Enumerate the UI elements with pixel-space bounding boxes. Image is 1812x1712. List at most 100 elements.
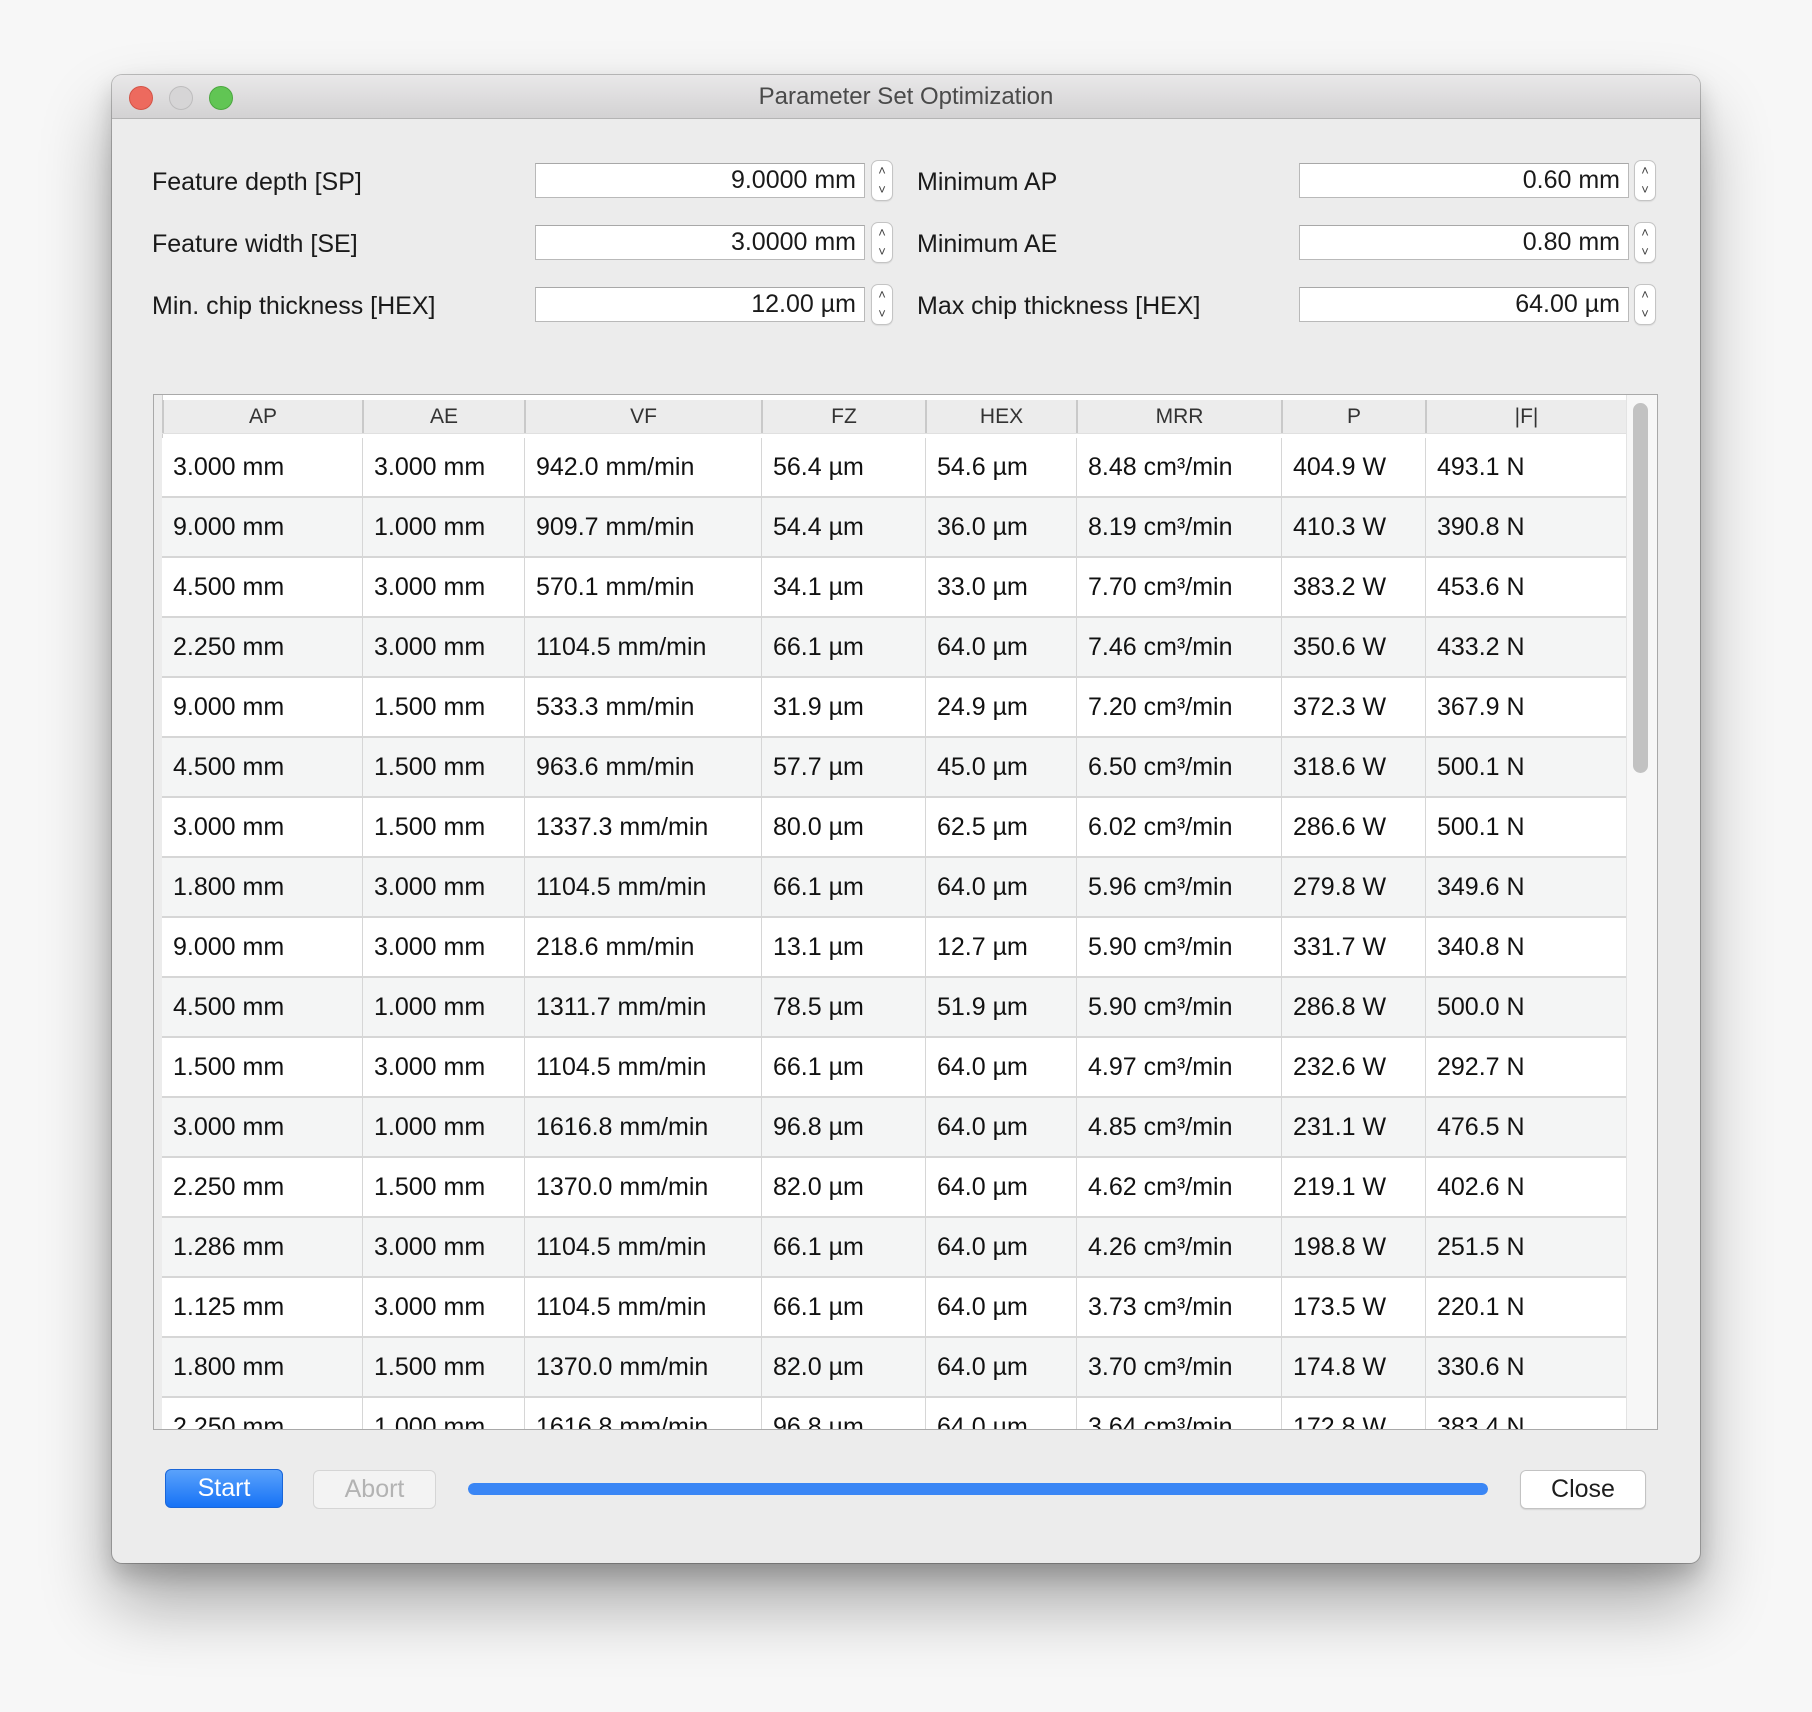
chevron-up-icon[interactable]: ˄ — [1635, 223, 1655, 242]
chevron-up-icon[interactable]: ˄ — [1635, 285, 1655, 304]
cell-ae: 1.000 mm — [362, 498, 524, 556]
max-chip-thickness-stepper[interactable]: ˄ ˅ — [1634, 284, 1656, 325]
minimum-ae-stepper[interactable]: ˄ ˅ — [1634, 222, 1656, 263]
chevron-down-icon[interactable]: ˅ — [872, 180, 892, 199]
cell-force: 330.6 N — [1425, 1338, 1628, 1396]
cell-force: 251.5 N — [1425, 1218, 1628, 1276]
chevron-down-icon[interactable]: ˅ — [872, 304, 892, 323]
table-row[interactable]: 9.000 mm 1.000 mm 909.7 mm/min 54.4 µm 36.0 … — [162, 498, 1628, 558]
cell-vf: 909.7 mm/min — [524, 498, 761, 556]
column-header-p[interactable]: P — [1281, 400, 1425, 433]
feature-depth-field[interactable]: 9.0000 mm — [535, 163, 865, 198]
chevron-down-icon[interactable]: ˅ — [1635, 180, 1655, 199]
cell-hex: 54.6 µm — [925, 438, 1076, 496]
table-row[interactable]: 4.500 mm 3.000 mm 570.1 mm/min 34.1 µm 33.0 … — [162, 558, 1628, 618]
chevron-down-icon[interactable]: ˅ — [872, 242, 892, 261]
chevron-up-icon[interactable]: ˄ — [872, 285, 892, 304]
cell-ap: 9.000 mm — [173, 513, 285, 541]
cell-hex: 64.0 µm — [925, 858, 1076, 916]
table-row[interactable]: 9.000 mm 1.500 mm 533.3 mm/min 31.9 µm 24.9 … — [162, 678, 1628, 738]
cell-vf: 1616.8 mm/min — [524, 1098, 761, 1156]
table-row[interactable]: 1.286 mm 3.000 mm 1104.5 mm/min 66.1 µm 64.0… — [162, 1218, 1628, 1278]
table-row[interactable]: 4.500 mm 1.500 mm 963.6 mm/min 57.7 µm 45.0 … — [162, 738, 1628, 798]
table-row[interactable]: 1.800 mm 3.000 mm 1104.5 mm/min 66.1 µm 64.0… — [162, 858, 1628, 918]
cell-force: 367.9 N — [1425, 678, 1628, 736]
cell-ae: 3.000 mm — [362, 618, 524, 676]
min-chip-thickness-label: Min. chip thickness [HEX] — [152, 292, 436, 320]
cell-mrr: 7.20 cm³/min — [1076, 678, 1281, 736]
cell-p: 219.1 W — [1281, 1158, 1425, 1216]
chevron-down-icon[interactable]: ˅ — [1635, 304, 1655, 323]
column-header-ap[interactable]: AP — [162, 400, 362, 433]
close-button[interactable]: Close — [1520, 1470, 1646, 1509]
chevron-up-icon[interactable]: ˄ — [872, 161, 892, 180]
table-row[interactable]: 2.250 mm 3.000 mm 1104.5 mm/min 66.1 µm 64.0… — [162, 618, 1628, 678]
max-chip-thickness-field[interactable]: 64.00 µm — [1299, 287, 1629, 322]
column-header-hex[interactable]: HEX — [925, 400, 1076, 433]
cell-ap: 2.250 mm — [173, 633, 285, 661]
cell-mrr: 5.90 cm³/min — [1076, 978, 1281, 1036]
cell-ap: 9.000 mm — [173, 933, 285, 961]
minimum-ap-stepper[interactable]: ˄ ˅ — [1634, 160, 1656, 201]
cell-fz: 66.1 µm — [761, 858, 925, 916]
table-row[interactable]: 3.000 mm 1.000 mm 1616.8 mm/min 96.8 µm 64.0… — [162, 1098, 1628, 1158]
cell-force: 292.7 N — [1425, 1038, 1628, 1096]
cell-vf: 1337.3 mm/min — [524, 798, 761, 856]
cell-p: 172.8 W — [1281, 1398, 1425, 1429]
scrollbar-thumb[interactable] — [1633, 403, 1648, 773]
cell-hex: 64.0 µm — [925, 1338, 1076, 1396]
table-row[interactable]: 1.800 mm 1.500 mm 1370.0 mm/min 82.0 µm 64.0… — [162, 1338, 1628, 1398]
cell-p: 231.1 W — [1281, 1098, 1425, 1156]
chevron-down-icon[interactable]: ˅ — [1635, 242, 1655, 261]
parameter-set-optimization-dialog: Parameter Set Optimization Feature depth… — [112, 75, 1700, 1563]
cell-force: 453.6 N — [1425, 558, 1628, 616]
table-row[interactable]: 4.500 mm 1.000 mm 1311.7 mm/min 78.5 µm 51.9… — [162, 978, 1628, 1038]
vertical-scrollbar[interactable] — [1626, 395, 1657, 1429]
column-header-force[interactable]: |F| — [1425, 400, 1628, 433]
min-chip-thickness-stepper[interactable]: ˄ ˅ — [871, 284, 893, 325]
cell-hex: 64.0 µm — [925, 618, 1076, 676]
cell-vf: 1370.0 mm/min — [524, 1158, 761, 1216]
chevron-up-icon[interactable]: ˄ — [1635, 161, 1655, 180]
feature-width-stepper[interactable]: ˄ ˅ — [871, 222, 893, 263]
minimum-ap-field[interactable]: 0.60 mm — [1299, 163, 1629, 198]
cell-hex: 64.0 µm — [925, 1098, 1076, 1156]
cell-p: 286.6 W — [1281, 798, 1425, 856]
chevron-up-icon[interactable]: ˄ — [872, 223, 892, 242]
cell-vf: 570.1 mm/min — [524, 558, 761, 616]
table-row[interactable]: 3.000 mm 3.000 mm 942.0 mm/min 56.4 µm 54.6 … — [162, 438, 1628, 498]
cell-fz: 31.9 µm — [761, 678, 925, 736]
table-row[interactable]: 3.000 mm 1.500 mm 1337.3 mm/min 80.0 µm 62.5… — [162, 798, 1628, 858]
cell-hex: 45.0 µm — [925, 738, 1076, 796]
cell-vf: 1104.5 mm/min — [524, 1278, 761, 1336]
column-header-ae[interactable]: AE — [362, 400, 524, 433]
feature-depth-stepper[interactable]: ˄ ˅ — [871, 160, 893, 201]
table-row[interactable]: 1.125 mm 3.000 mm 1104.5 mm/min 66.1 µm 64.0… — [162, 1278, 1628, 1338]
cell-ap: 1.500 mm — [173, 1053, 285, 1081]
cell-force: 500.1 N — [1425, 738, 1628, 796]
cell-mrr: 4.85 cm³/min — [1076, 1098, 1281, 1156]
table-row[interactable]: 2.250 mm 1.000 mm 1616.8 mm/min 96.8 µm 64.0… — [162, 1398, 1628, 1429]
column-header-mrr[interactable]: MRR — [1076, 400, 1281, 433]
table-row[interactable]: 2.250 mm 1.500 mm 1370.0 mm/min 82.0 µm 64.0… — [162, 1158, 1628, 1218]
column-header-fz[interactable]: FZ — [761, 400, 925, 433]
column-header-vf[interactable]: VF — [524, 400, 761, 433]
cell-ap: 4.500 mm — [173, 753, 285, 781]
start-button[interactable]: Start — [165, 1469, 283, 1508]
cell-mrr: 8.19 cm³/min — [1076, 498, 1281, 556]
min-chip-thickness-field[interactable]: 12.00 µm — [535, 287, 865, 322]
cell-mrr: 3.64 cm³/min — [1076, 1398, 1281, 1429]
cell-ae: 1.500 mm — [362, 1158, 524, 1216]
minimum-ae-field[interactable]: 0.80 mm — [1299, 225, 1629, 260]
cell-vf: 1104.5 mm/min — [524, 1038, 761, 1096]
cell-force: 340.8 N — [1425, 918, 1628, 976]
feature-depth-label: Feature depth [SP] — [152, 168, 362, 196]
table-row[interactable]: 9.000 mm 3.000 mm 218.6 mm/min 13.1 µm 12.7 … — [162, 918, 1628, 978]
cell-force: 433.2 N — [1425, 618, 1628, 676]
cell-vf: 963.6 mm/min — [524, 738, 761, 796]
cell-fz: 66.1 µm — [761, 618, 925, 676]
table-row[interactable]: 1.500 mm 3.000 mm 1104.5 mm/min 66.1 µm 64.0… — [162, 1038, 1628, 1098]
cell-ae: 3.000 mm — [362, 858, 524, 916]
feature-width-field[interactable]: 3.0000 mm — [535, 225, 865, 260]
cell-p: 173.5 W — [1281, 1278, 1425, 1336]
